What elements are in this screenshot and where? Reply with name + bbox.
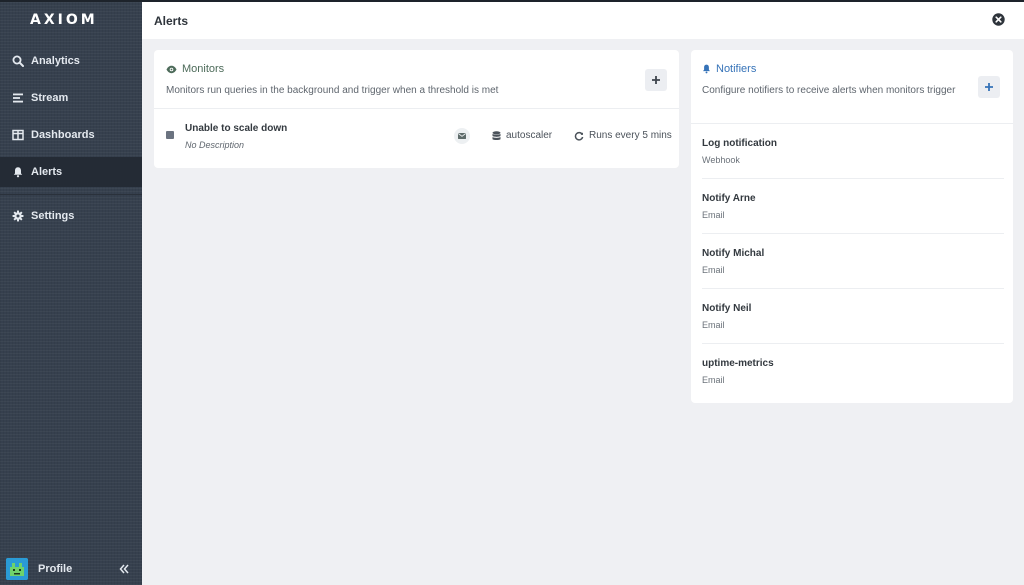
bell-icon	[702, 64, 711, 74]
monitor-dataset: autoscaler	[492, 130, 552, 141]
monitor-checkbox[interactable]	[166, 131, 174, 139]
search-icon	[12, 55, 24, 67]
close-icon[interactable]	[992, 13, 1005, 26]
add-notifier-button[interactable]	[978, 76, 1000, 98]
sidebar-item-label: Settings	[31, 210, 75, 222]
monitor-schedule: Runs every 5 mins	[574, 130, 672, 141]
notifiers-description: Configure notifiers to receive alerts wh…	[702, 85, 956, 96]
notifiers-title: Notifiers	[702, 63, 756, 75]
list-item[interactable]: Notify Michal Email	[702, 234, 1004, 289]
sidebar-item-label: Analytics	[31, 55, 80, 67]
stream-icon	[12, 92, 24, 104]
list-item[interactable]: Notify Arne Email	[702, 179, 1004, 234]
monitors-card: Monitors Monitors run queries in the bac…	[154, 50, 679, 168]
sidebar-divider	[0, 194, 142, 195]
notifier-name[interactable]: uptime-metrics	[702, 358, 774, 369]
page-title: Alerts	[154, 13, 189, 28]
list-item[interactable]: Log notification Webhook	[702, 124, 1004, 179]
sidebar-item-label: Alerts	[31, 166, 63, 178]
profile-menu[interactable]: Profile	[0, 552, 142, 585]
notifier-name[interactable]: Notify Neil	[702, 303, 751, 314]
avatar	[6, 557, 28, 580]
notifier-type: Email	[702, 210, 725, 220]
notifier-type: Email	[702, 265, 725, 275]
sidebar-item-dashboards[interactable]: Dashboards	[0, 120, 142, 150]
notifier-type: Webhook	[702, 155, 740, 165]
notifier-name[interactable]: Notify Arne	[702, 193, 756, 204]
bell-icon	[12, 166, 24, 178]
sidebar-item-label: Dashboards	[31, 129, 95, 141]
refresh-icon	[574, 131, 584, 141]
table-row[interactable]: Unable to scale down No Description auto…	[154, 114, 679, 154]
dashboard-icon	[12, 129, 24, 141]
sidebar-item-settings[interactable]: Settings	[0, 201, 142, 231]
notifiers-card: Notifiers Configure notifiers to receive…	[691, 50, 1013, 403]
notifier-name[interactable]: Notify Michal	[702, 248, 764, 259]
page-header: Alerts	[142, 2, 1024, 39]
sidebar: AXIOM Analytics Stream Dashboards Alerts	[0, 2, 142, 585]
monitors-title: Monitors	[166, 63, 224, 75]
sidebar-item-analytics[interactable]: Analytics	[0, 46, 142, 76]
monitors-description: Monitors run queries in the background a…	[166, 85, 499, 96]
notifier-type: Email	[702, 375, 725, 385]
profile-label: Profile	[38, 562, 73, 575]
collapse-sidebar-icon[interactable]	[118, 562, 130, 574]
monitor-description: No Description	[185, 140, 245, 150]
axiom-logo[interactable]: AXIOM	[30, 12, 98, 30]
eye-icon	[166, 65, 177, 74]
monitors-separator	[154, 108, 679, 109]
sidebar-item-alerts[interactable]: Alerts	[0, 157, 142, 187]
email-icon	[454, 128, 470, 144]
plus-icon	[652, 76, 660, 84]
sidebar-item-stream[interactable]: Stream	[0, 83, 142, 113]
monitor-name[interactable]: Unable to scale down	[185, 123, 287, 134]
database-icon	[492, 130, 501, 141]
plus-icon	[985, 83, 993, 91]
notifier-name[interactable]: Log notification	[702, 138, 777, 149]
notifier-type: Email	[702, 320, 725, 330]
list-item[interactable]: uptime-metrics Email	[702, 344, 1004, 399]
gear-icon	[12, 210, 24, 222]
list-item[interactable]: Notify Neil Email	[702, 289, 1004, 344]
add-monitor-button[interactable]	[645, 69, 667, 91]
sidebar-item-label: Stream	[31, 92, 69, 104]
